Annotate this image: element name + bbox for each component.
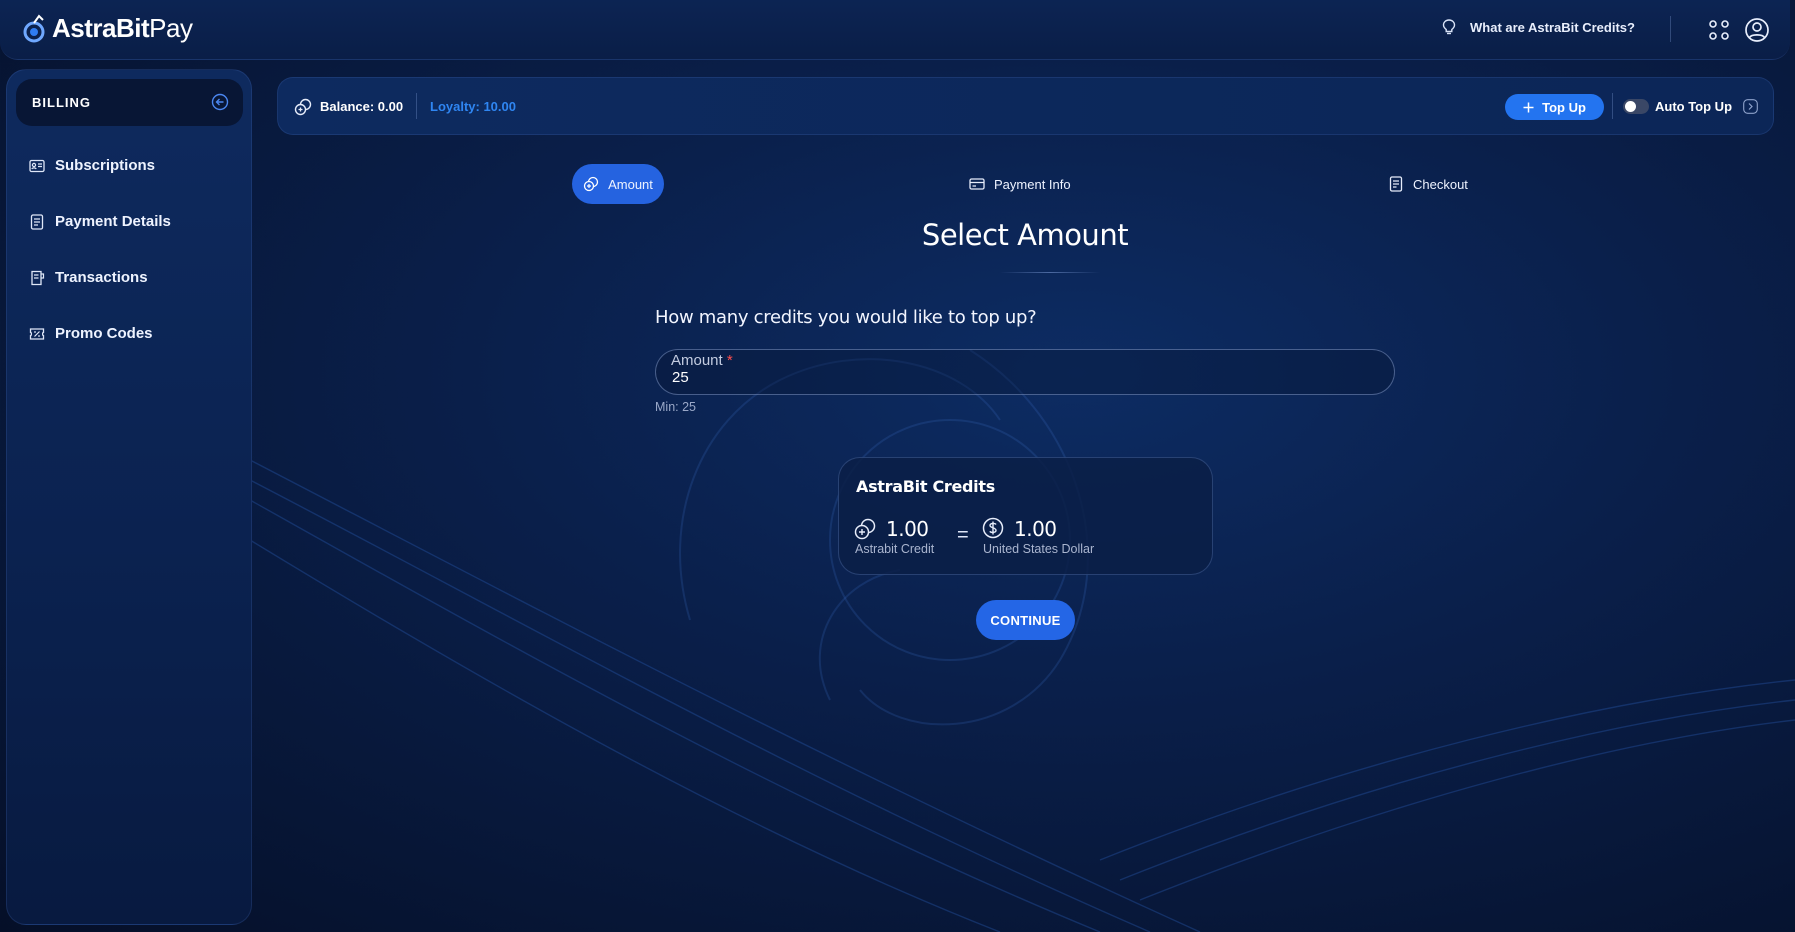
sidebar-item-label: Promo Codes xyxy=(55,325,153,342)
required-mark: * xyxy=(726,352,733,369)
plus-icon xyxy=(1523,102,1534,112)
sidebar-item-transactions[interactable]: Transactions xyxy=(29,269,148,286)
receipt-icon xyxy=(31,270,45,285)
auto-top-up-toggle[interactable] xyxy=(1623,99,1649,114)
help-link-label: What are AstraBit Credits? xyxy=(1470,19,1635,35)
divider xyxy=(416,93,417,119)
auto-top-up-label: Auto Top Up xyxy=(1655,99,1733,114)
top-bar: AstraBitPay What are AstraBit Credits? xyxy=(0,0,1790,60)
step-amount[interactable]: Amount xyxy=(572,164,664,204)
coins-icon xyxy=(583,176,599,192)
amount-field-label: Amount * xyxy=(671,352,733,369)
credits-conversion-card: AstraBit Credits 1.00 Astrabit Credit = … xyxy=(838,457,1213,575)
continue-button[interactable]: CONTINUE xyxy=(976,600,1075,640)
collapse-sidebar-icon[interactable] xyxy=(211,93,229,111)
ticket-icon xyxy=(29,327,45,340)
divider xyxy=(1612,93,1613,119)
sidebar: BILLING Subscriptions Payment Details Tr… xyxy=(6,69,252,925)
balance-bar: Balance: 0.00 Loyalty: 10.00 Top Up Auto… xyxy=(277,77,1774,135)
credit-amount: 1.00 xyxy=(886,517,929,541)
step-checkout[interactable]: Checkout xyxy=(1388,176,1468,192)
step-label: Checkout xyxy=(1413,176,1468,192)
sidebar-item-subscriptions[interactable]: Subscriptions xyxy=(29,157,155,174)
chevron-right-icon[interactable] xyxy=(1743,99,1758,114)
credit-unit: Astrabit Credit xyxy=(855,542,935,556)
divider xyxy=(1670,16,1671,42)
sidebar-title: BILLING xyxy=(32,95,91,110)
id-card-icon xyxy=(29,159,45,172)
what-are-credits-link[interactable]: What are AstraBit Credits? xyxy=(1442,19,1635,35)
dollar-icon xyxy=(982,517,1004,539)
balance-value: Balance: 0.00 xyxy=(320,99,404,114)
coins-icon xyxy=(854,518,876,540)
usd-amount: 1.00 xyxy=(1014,517,1057,541)
receipt-icon xyxy=(1389,176,1403,192)
title-underline xyxy=(1000,272,1100,273)
credits-card-title: AstraBit Credits xyxy=(856,477,995,496)
top-up-question: How many credits you would like to top u… xyxy=(655,307,1037,328)
sidebar-item-label: Transactions xyxy=(55,269,148,286)
equals-sign: = xyxy=(957,524,969,546)
coins-icon xyxy=(294,98,312,116)
amount-input[interactable] xyxy=(672,369,1372,386)
user-account-icon[interactable] xyxy=(1744,17,1770,43)
card-icon xyxy=(969,178,985,190)
step-payment-info[interactable]: Payment Info xyxy=(969,176,1071,192)
logo-icon xyxy=(23,13,45,42)
minimum-amount-hint: Min: 25 xyxy=(655,400,696,414)
sidebar-item-label: Subscriptions xyxy=(55,157,156,174)
logo-text: AstraBitPay xyxy=(52,13,193,43)
page-title: Select Amount xyxy=(921,218,1129,252)
usd-unit: United States Dollar xyxy=(983,542,1095,556)
step-label: Payment Info xyxy=(994,176,1071,192)
top-up-label: Top Up xyxy=(1542,99,1586,115)
step-label: Amount xyxy=(608,176,653,192)
apps-grid-icon[interactable] xyxy=(1708,19,1730,41)
amount-field[interactable]: Amount * xyxy=(655,349,1395,395)
loyalty-value: Loyalty: 10.00 xyxy=(430,99,516,114)
top-up-button[interactable]: Top Up xyxy=(1505,94,1604,120)
logo[interactable]: AstraBitPay xyxy=(22,13,193,44)
sidebar-item-promo-codes[interactable]: Promo Codes xyxy=(29,325,153,342)
lightbulb-icon xyxy=(1442,19,1456,35)
sidebar-header: BILLING xyxy=(16,79,243,126)
